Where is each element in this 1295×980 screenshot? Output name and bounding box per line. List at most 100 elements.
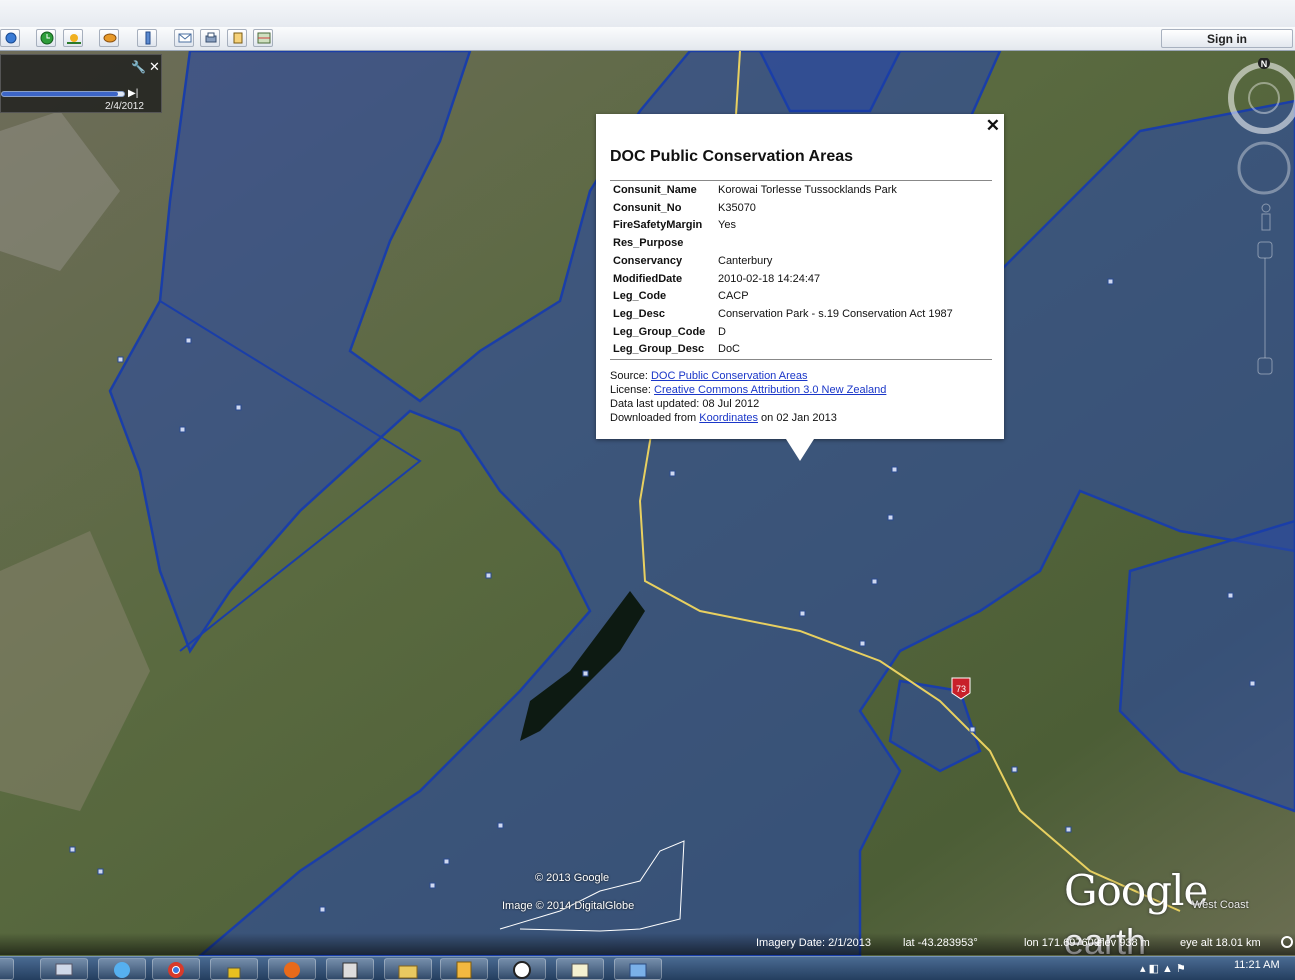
attribute-row: ModifiedDate 2010-02-18 14:24:47: [613, 273, 993, 290]
look-joystick[interactable]: [1248, 82, 1280, 114]
downloaded-label: Downloaded from: [610, 412, 700, 424]
navigation-controls: N: [1226, 57, 1295, 378]
taskbar-app-ie[interactable]: [98, 958, 146, 980]
attribute-row: Leg_Group_Code D: [613, 326, 993, 343]
attribute-row: Consunit_No K35070: [613, 202, 993, 219]
map-status-bar: Imagery Date: 2/1/2013 lat -43.283953° l…: [0, 933, 1295, 955]
attribute-value: DoC: [718, 343, 741, 356]
folder-icon: [398, 965, 418, 979]
time-slider-fill: [2, 92, 118, 96]
koordinates-link[interactable]: Koordinates: [699, 412, 758, 424]
windows-taskbar: ▴ ◧ ▲ ⚑ 11:21 AM: [0, 956, 1295, 980]
source-link[interactable]: DOC Public Conservation Areas: [651, 370, 808, 382]
attribute-row: FireSafetyMargin Yes: [613, 219, 993, 236]
ruler-button[interactable]: [137, 29, 157, 47]
move-ring[interactable]: [1237, 141, 1291, 195]
attribute-key: Leg_Group_Desc: [613, 343, 705, 356]
license-link[interactable]: Creative Commons Attribution 3.0 New Zea…: [654, 384, 886, 396]
start-button[interactable]: [0, 958, 14, 980]
save-image-button[interactable]: [227, 29, 247, 47]
license-label: License:: [610, 384, 655, 396]
email-button[interactable]: [174, 29, 194, 47]
attribute-key: Conservancy: [613, 254, 683, 267]
attribute-row: Consunit_Name Korowai Torlesse Tussocklan…: [613, 184, 993, 201]
logo-main-text: Google: [1064, 866, 1208, 915]
taskbar-app-settings[interactable]: [614, 958, 662, 980]
time-slider-panel: 🔧 ✕ ▶| 2/4/2012: [0, 54, 162, 113]
attribute-key: Consunit_No: [613, 201, 682, 214]
taskbar-app-chrome[interactable]: [152, 958, 200, 980]
attribute-value: Canterbury: [718, 254, 773, 267]
attribute-key: ModifiedDate: [613, 272, 683, 285]
taskbar-app-steering[interactable]: [498, 958, 546, 980]
taskbar-app-folder[interactable]: [384, 958, 432, 980]
chrome-icon: [168, 962, 184, 978]
latitude-readout: lat -43.283953°: [903, 937, 978, 949]
sign-in-button[interactable]: Sign in: [1161, 29, 1293, 48]
google-copyright: © 2013 Google: [535, 872, 610, 884]
place-label: West Coast: [1192, 899, 1249, 911]
attribute-key: Consunit_Name: [613, 184, 697, 196]
attribute-value: 2010-02-18 14:24:47: [718, 272, 821, 285]
print-button[interactable]: [200, 29, 220, 47]
balloon-close-icon[interactable]: ✕: [986, 116, 1000, 136]
navigation-graphic: N: [1228, 57, 1295, 375]
imagery-copyright: Image © 2014 DigitalGlobe: [502, 900, 635, 912]
updated-line: Data last updated: 08 Jul 2012: [610, 398, 760, 410]
source-line: Source: DOC Public Conservation Areas: [610, 370, 807, 382]
taskbar-app-network[interactable]: [40, 958, 88, 980]
look-ring[interactable]: [1228, 62, 1295, 134]
view-in-maps-button[interactable]: [253, 29, 273, 47]
attribute-value: Korowai Torlesse Tussocklands Park: [718, 184, 897, 196]
taskbar-app-calculator[interactable]: [326, 958, 374, 980]
network-icon: [55, 963, 73, 976]
historical-imagery-button[interactable]: [36, 29, 56, 47]
taskbar-app-chart[interactable]: [556, 958, 604, 980]
fly-to-button[interactable]: [0, 29, 20, 47]
divider: [610, 180, 992, 181]
steering-wheel-icon: [513, 961, 531, 979]
source-label: Source:: [610, 370, 651, 382]
attribute-key: Leg_Desc: [613, 307, 665, 320]
divider: [610, 359, 992, 360]
elevation-readout: elev 938 m: [1096, 937, 1150, 949]
attribute-key: Leg_Group_Code: [613, 325, 706, 338]
attribute-key: Res_Purpose: [613, 237, 684, 250]
attribute-key: Leg_Code: [613, 290, 667, 303]
close-icon[interactable]: ✕: [149, 59, 160, 75]
downloaded-date: on 02 Jan 2013: [758, 412, 837, 424]
eye-altitude-readout: eye alt 18.01 km: [1180, 937, 1261, 949]
attribute-row: Res_Purpose: [613, 237, 993, 254]
attribute-row: Conservancy Canterbury: [613, 255, 993, 272]
road-shield-label: 73: [956, 684, 966, 694]
maps-icon: [257, 32, 271, 44]
attribute-row: Leg_Group_Desc DoC: [613, 343, 993, 360]
longitude-readout: lon 171.697609°: [1024, 937, 1105, 949]
taskbar-app-notes[interactable]: [440, 958, 488, 980]
attribute-value: CACP: [718, 290, 749, 303]
balloon-title: DOC Public Conservation Areas: [610, 148, 854, 165]
taskbar-app-lock[interactable]: [210, 958, 258, 980]
time-slider-track[interactable]: [1, 91, 125, 97]
streaming-progress-icon: [1280, 935, 1294, 952]
firefox-icon: [284, 962, 300, 978]
chart-app-icon: [571, 963, 589, 978]
attribute-row: Leg_Code CACP: [613, 290, 993, 307]
globe-icon: [5, 32, 17, 44]
calculator-icon: [342, 962, 358, 979]
sun-icon: [67, 34, 81, 44]
planets-button[interactable]: [99, 29, 119, 47]
wrench-icon[interactable]: 🔧: [131, 60, 146, 74]
attribute-value: K35070: [718, 201, 756, 214]
time-slider-end-date: 2/4/2012: [105, 101, 144, 112]
system-tray-icons[interactable]: ▴ ◧ ▲ ⚑: [1140, 962, 1186, 975]
save-image-icon: [233, 32, 243, 44]
taskbar-app-firefox[interactable]: [268, 958, 316, 980]
zoom-slider[interactable]: [1257, 241, 1273, 375]
attribute-key: FireSafetyMargin: [613, 219, 703, 232]
attribute-value: D: [718, 325, 726, 338]
settings-app-icon: [629, 963, 647, 978]
street-view-pegman-icon[interactable]: [1261, 203, 1271, 231]
play-end-icon[interactable]: ▶|: [128, 88, 138, 99]
sunlight-button[interactable]: [63, 29, 83, 47]
